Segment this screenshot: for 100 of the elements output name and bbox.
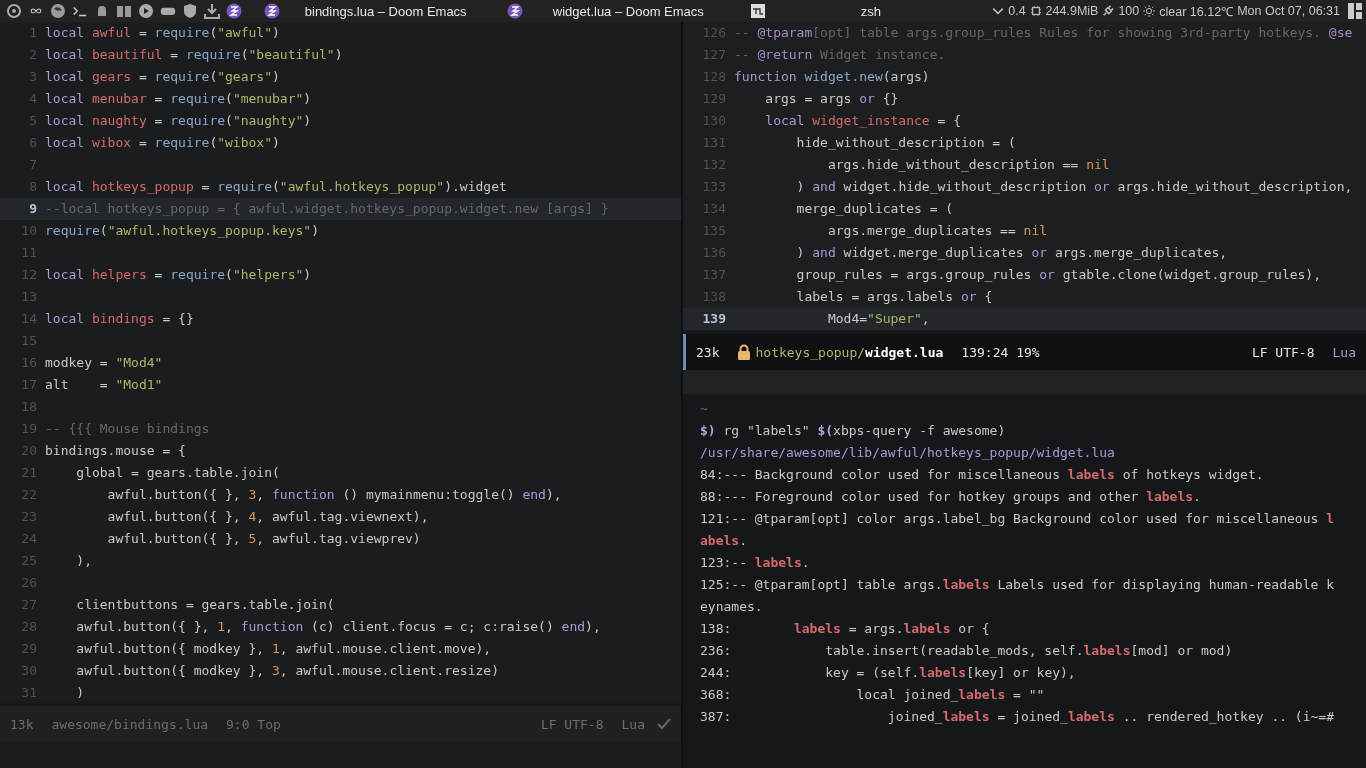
line-number: 22 bbox=[20, 486, 38, 504]
line-number: 21 bbox=[20, 464, 38, 482]
line-number: 5 bbox=[28, 112, 38, 130]
terminal-line: 236: table.insert(readable_mods, self.labels[mod] or mod) bbox=[700, 643, 1233, 658]
code-line: awful.button({ }, 3, function () mymainmenu:toggle() end), bbox=[106, 486, 562, 504]
code-line: local wibox = require("wibox") bbox=[45, 134, 280, 152]
code-line: local awful = require("awful") bbox=[45, 24, 280, 42]
line-number: 8 bbox=[28, 178, 38, 196]
code-line: require("awful.hotkeys_popup.keys") bbox=[45, 222, 319, 240]
terminal-line: 387: joined_labels = joined_labels .. rendered_hotkey .. (i~=# bbox=[700, 709, 1334, 724]
terminal-line: 125:-- @tparam[opt] table args.labels Labels used for displaying human-readable k bbox=[700, 577, 1334, 592]
code-line: args = args or {} bbox=[764, 90, 899, 108]
lock-icon bbox=[737, 344, 752, 360]
line-number: 139 bbox=[701, 310, 727, 328]
line-number: 15 bbox=[20, 332, 38, 350]
code-line: -- @return Widget instance. bbox=[734, 46, 946, 64]
terminal-line: 138: labels = args.labels or { bbox=[700, 621, 990, 636]
code-line: awful.button({ modkey }, 1, awful.mouse.client.move), bbox=[75, 640, 492, 658]
play-icon[interactable] bbox=[138, 3, 154, 19]
line-number: 24 bbox=[20, 530, 38, 548]
line-number: 6 bbox=[28, 134, 38, 152]
code-line: bindings.mouse = { bbox=[45, 442, 186, 460]
file-name: widget.lua bbox=[865, 344, 944, 360]
terminal-line: 244: key = (self.labels[key] or key), bbox=[700, 665, 1076, 680]
code-line: ), bbox=[75, 552, 92, 570]
download-icon[interactable] bbox=[204, 3, 220, 19]
code-line: awful.button({ }, 1, function (c) client.focus = c; c:raise() end), bbox=[75, 618, 601, 636]
weather-text: clear 16.12℃ bbox=[1159, 3, 1234, 20]
code-line: alt = "Mod1" bbox=[45, 376, 163, 394]
code-line: -- {{{ Mouse bindings bbox=[45, 420, 210, 438]
line-number: 28 bbox=[20, 618, 38, 636]
terminal-line: ~ bbox=[700, 401, 708, 416]
code-line: local widget_instance = { bbox=[764, 112, 961, 130]
line-number: 31 bbox=[20, 684, 38, 702]
power-icon[interactable] bbox=[6, 3, 22, 19]
layout-icon[interactable] bbox=[1348, 3, 1362, 19]
line-number: 29 bbox=[20, 640, 38, 658]
sun-icon bbox=[1143, 5, 1156, 17]
line-number: 23 bbox=[20, 508, 38, 526]
major-mode: Lua bbox=[1332, 344, 1356, 360]
plug-icon bbox=[1102, 5, 1115, 17]
code-line: -- @tparam[opt] table args.group_rules Rules for showing 3rd-party hotkeys. @se bbox=[734, 24, 1353, 42]
cursor-position: 139:24 19% bbox=[961, 344, 1040, 360]
code-line: ) and widget.merge_duplicates or args.merge_duplicates, bbox=[795, 244, 1228, 262]
emacs-icon bbox=[264, 3, 281, 19]
line-number: 20 bbox=[20, 442, 38, 460]
code-line: awful.button({ }, 4, awful.tag.viewnext), bbox=[106, 508, 429, 526]
clock-text: Mon Oct 07, 06:31 bbox=[1237, 4, 1340, 18]
terminal-line: 121:-- @tparam[opt] color args.label_bg Background color used for miscellaneous l bbox=[700, 511, 1334, 526]
line-number: 10 bbox=[20, 222, 38, 240]
terminal-line: $) rg "labels" $(xbps-query -f awesome) bbox=[700, 423, 1006, 438]
code-line: local gears = require("gears") bbox=[45, 68, 280, 86]
load-text: 0.4 bbox=[1008, 4, 1026, 18]
file-name: bindings.lua bbox=[114, 716, 209, 732]
terminal-line: abels. bbox=[700, 533, 747, 548]
code-line: local menubar = require("menubar") bbox=[45, 90, 312, 108]
code-line: local helpers = require("helpers") bbox=[45, 266, 312, 284]
emacs-icon[interactable] bbox=[226, 3, 242, 19]
shield-icon[interactable] bbox=[182, 3, 198, 19]
code-line: labels = args.labels or { bbox=[795, 288, 993, 306]
code-line: clientbuttons = gears.table.join( bbox=[75, 596, 335, 614]
code-line: local hotkeys_popup = require("awful.hotkeys_popup").widget bbox=[45, 178, 507, 196]
terminal-icon bbox=[749, 3, 766, 19]
code-line: args.merge_duplicates == nil bbox=[826, 222, 1048, 240]
line-number: 14 bbox=[20, 310, 38, 328]
terminal-line: 84:--- Background color used for miscellaneous labels of hotkeys widget. bbox=[700, 467, 1264, 482]
file-size: 13k bbox=[10, 716, 34, 732]
task-button[interactable]: zsh bbox=[749, 0, 993, 22]
browser-icon[interactable] bbox=[50, 3, 66, 19]
line-number: 13 bbox=[20, 288, 38, 306]
emacs-icon bbox=[507, 3, 523, 19]
line-number: 1 bbox=[28, 24, 38, 42]
code-line: awful.button({ modkey }, 3, awful.mouse.client.resize) bbox=[75, 662, 499, 680]
battery-text: 100 bbox=[1118, 4, 1140, 18]
task-button[interactable]: widget.lua – Doom Emacs bbox=[507, 0, 750, 22]
directory-text: awesome/ bbox=[51, 716, 115, 732]
memory-text: 244.9MiB bbox=[1045, 4, 1099, 18]
code-line: awful.button({ }, 5, awful.tag.viewprev) bbox=[106, 530, 421, 548]
check-icon bbox=[657, 718, 671, 730]
code-line: hide_without_description = ( bbox=[795, 134, 1016, 152]
line-number: 7 bbox=[28, 156, 38, 174]
code-line: args.hide_without_description == nil bbox=[826, 156, 1110, 174]
line-number: 19 bbox=[20, 420, 38, 438]
code-line: local bindings = {} bbox=[45, 310, 194, 328]
terminal-line: eynames. bbox=[700, 599, 763, 614]
code-line: ) bbox=[75, 684, 85, 702]
code-line: function widget.new(args) bbox=[734, 68, 930, 86]
code-line: ) and widget.hide_without_description or args.hide_without_description, bbox=[795, 178, 1353, 196]
cpu-icon bbox=[1029, 5, 1042, 17]
major-mode: Lua bbox=[621, 716, 645, 732]
encoding-text: LF UTF-8 bbox=[1251, 344, 1315, 360]
code-line: --local hotkeys_popup = { awful.widget.hotkeys_popup.widget.new [args] } bbox=[45, 200, 609, 218]
directory-text: hotkeys_popup/ bbox=[755, 344, 866, 360]
code-line: group_rules = args.group_rules or gtable.clone(widget.group_rules), bbox=[795, 266, 1321, 284]
line-number: 9 bbox=[28, 200, 38, 218]
line-number: 25 bbox=[20, 552, 38, 570]
task-button[interactable]: bindings.lua – Doom Emacs bbox=[264, 0, 507, 22]
code-line: merge_duplicates = ( bbox=[795, 200, 954, 218]
line-number: 18 bbox=[20, 398, 38, 416]
file-size: 23k bbox=[696, 344, 720, 360]
